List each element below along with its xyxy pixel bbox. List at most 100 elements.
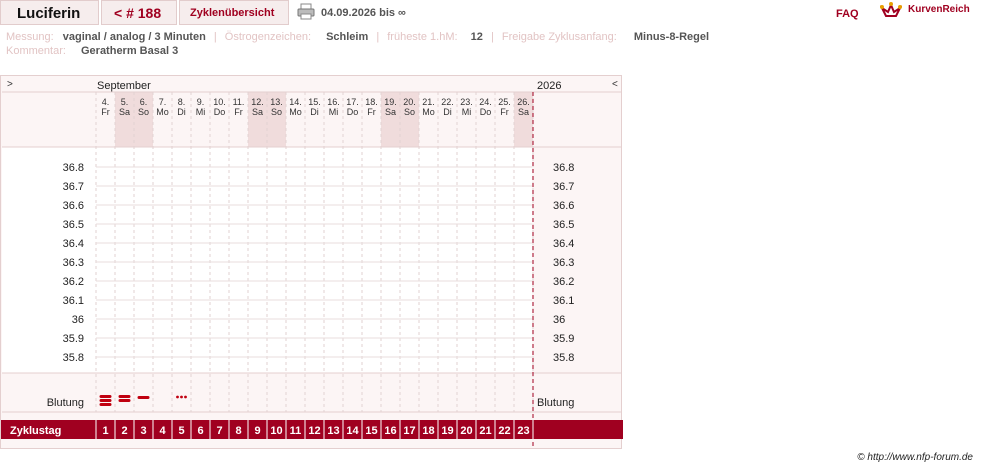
temp-axis-right-label: 36.7 <box>553 181 574 193</box>
day-date-label: 16. <box>327 97 340 107</box>
temp-axis-left-label: 36.4 <box>63 238 84 250</box>
day-date-label: 17. <box>346 97 359 107</box>
day-date-label: 5. <box>121 97 129 107</box>
bleeding-light-mark <box>137 396 150 399</box>
day-weekday-label: Do <box>480 107 492 117</box>
day-weekday-label: Mi <box>462 107 472 117</box>
release-value: Minus-8-Regel <box>633 31 710 43</box>
crown-logo-icon[interactable] <box>880 2 902 20</box>
day-date-label: 21. <box>422 97 435 107</box>
previous-cycle-link[interactable]: < # 188 <box>101 0 177 25</box>
cycle-day-number: 5 <box>178 425 184 437</box>
cycle-day-number: 16 <box>384 425 396 437</box>
measurement-label: Messung: <box>6 31 54 43</box>
day-weekday-label: Mo <box>422 107 435 117</box>
day-weekday-label: Mi <box>196 107 206 117</box>
day-weekday-label: Sa <box>518 107 529 117</box>
day-date-label: 18. <box>365 97 378 107</box>
cycle-day-number: 14 <box>346 425 359 437</box>
chart-canvas: > September 2026 <4.Fr5.Sa6.So7.Mo8.Di9.Mi1… <box>1 79 623 448</box>
bleeding-label-right: Blutung <box>537 397 574 409</box>
cycle-day-number: 2 <box>121 425 127 437</box>
temp-axis-right-label: 36.2 <box>553 276 574 288</box>
earliest-label: früheste 1.hM: <box>387 31 458 43</box>
user-name: Luciferin <box>0 0 99 25</box>
temp-axis-left-label: 36 <box>72 314 84 326</box>
temp-axis-left-label: 36.8 <box>63 162 84 174</box>
logo-text[interactable]: KurvenReich <box>908 4 970 15</box>
day-weekday-label: Di <box>443 107 452 117</box>
temp-axis-left-label: 36.5 <box>63 219 84 231</box>
cycle-day-number: 1 <box>102 425 108 437</box>
temp-axis-right-label: 35.8 <box>553 352 574 364</box>
cycle-day-number: 6 <box>197 425 203 437</box>
day-weekday-label: Fr <box>234 107 243 117</box>
comment-value: Geratherm Basal 3 <box>80 45 179 57</box>
temp-axis-right-label: 36 <box>553 314 565 326</box>
day-date-label: 14. <box>289 97 302 107</box>
day-weekday-label: Sa <box>119 107 130 117</box>
info-line-1: Messung: vaginal / analog / 3 Minuten | … <box>6 31 709 43</box>
bleeding-medium-mark <box>118 399 131 402</box>
cycle-day-number: 13 <box>327 425 339 437</box>
faq-link[interactable]: FAQ <box>836 8 859 20</box>
copyright: © http://www.nfp-forum.de <box>857 452 973 463</box>
day-date-label: 22. <box>441 97 454 107</box>
day-date-label: 20. <box>403 97 416 107</box>
day-date-label: 23. <box>460 97 473 107</box>
printer-icon[interactable] <box>297 3 315 20</box>
day-date-label: 26. <box>517 97 530 107</box>
day-date-label: 19. <box>384 97 397 107</box>
day-weekday-label: So <box>138 107 149 117</box>
day-weekday-label: So <box>271 107 282 117</box>
cycle-day-number: 10 <box>270 425 282 437</box>
day-date-label: 8. <box>178 97 186 107</box>
temp-axis-left-label: 35.8 <box>63 352 84 364</box>
temp-axis-right-label: 36.1 <box>553 295 574 307</box>
month-label: September <box>97 80 151 92</box>
cycle-day-number: 8 <box>235 425 241 437</box>
top-bar: Luciferin < # 188 Zyklenübersicht 04.09.… <box>0 0 981 26</box>
day-date-label: 4. <box>102 97 110 107</box>
measurement-value: vaginal / analog / 3 Minuten <box>62 31 206 43</box>
comment-label: Kommentar: <box>6 45 66 57</box>
day-weekday-label: Do <box>214 107 226 117</box>
bleeding-spotting-mark <box>180 395 183 399</box>
day-weekday-label: Mo <box>156 107 169 117</box>
day-weekday-label: Sa <box>252 107 263 117</box>
temp-axis-left-label: 36.6 <box>63 200 84 212</box>
temp-axis-left-label: 36.3 <box>63 257 84 269</box>
day-date-label: 25. <box>498 97 511 107</box>
cycle-day-number: 9 <box>254 425 260 437</box>
temp-axis-right-label: 35.9 <box>553 333 574 345</box>
cycle-day-number: 15 <box>365 425 377 437</box>
day-weekday-label: Fr <box>101 107 110 117</box>
cycle-day-number: 19 <box>441 425 453 437</box>
day-date-label: 11. <box>233 97 245 107</box>
earliest-value: 12 <box>470 31 483 43</box>
cycle-chart: > September 2026 <4. Fr 5. Sa 6. So 7. Mo 8. Di 9. Mi 1… <box>0 75 623 449</box>
day-date-label: 12. <box>251 97 264 107</box>
cycle-date-range: 04.09.2026 bis ∞ <box>321 7 406 19</box>
day-date-label: 13. <box>270 97 283 107</box>
bleeding-spotting-mark <box>184 395 187 399</box>
temp-axis-right-label: 36.6 <box>553 200 574 212</box>
temp-axis-right-label: 36.5 <box>553 219 574 231</box>
cycle-day-number: 11 <box>290 425 302 437</box>
day-date-label: 15. <box>308 97 321 107</box>
cycle-day-number: 3 <box>140 425 146 437</box>
bleeding-medium-mark <box>118 395 131 398</box>
cycle-day-number: 4 <box>159 425 166 437</box>
year-label: 2026 <box>537 80 561 92</box>
cycle-day-number: 18 <box>422 425 434 437</box>
temp-axis-left-label: 36.1 <box>63 295 84 307</box>
nav-prev-arrow[interactable]: < <box>612 79 618 90</box>
day-date-label: 9. <box>197 97 205 107</box>
day-date-label: 24. <box>479 97 492 107</box>
bleeding-heavy-mark <box>99 395 112 398</box>
nav-next-arrow[interactable]: > <box>7 79 13 90</box>
cycle-overview-link[interactable]: Zyklenübersicht <box>179 0 289 25</box>
temp-axis-right-label: 36.8 <box>553 162 574 174</box>
divider: | <box>376 31 380 43</box>
day-weekday-label: Di <box>310 107 319 117</box>
